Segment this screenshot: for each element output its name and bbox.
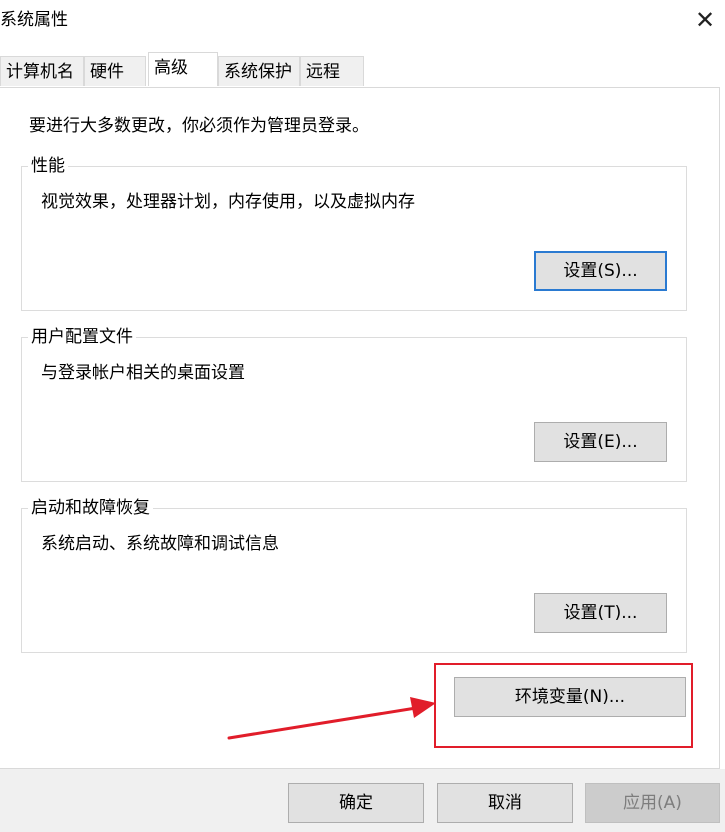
- tab-computer-name[interactable]: 计算机名: [0, 56, 84, 86]
- startup-recovery-description: 系统启动、系统故障和调试信息: [41, 534, 279, 554]
- apply-button[interactable]: 应用(A): [585, 783, 720, 823]
- cancel-button[interactable]: 取消: [437, 783, 573, 823]
- user-profiles-group-title: 用户配置文件: [28, 325, 136, 349]
- startup-recovery-group-title: 启动和故障恢复: [28, 496, 153, 520]
- dialog-footer: 确定 取消 应用(A): [0, 769, 725, 832]
- performance-group: 性能 视觉效果，处理器计划，内存使用，以及虚拟内存 设置(S)...: [21, 154, 687, 311]
- close-icon[interactable]: ✕: [691, 6, 719, 34]
- startup-recovery-group: 启动和故障恢复 系统启动、系统故障和调试信息 设置(T)...: [21, 496, 687, 653]
- user-profiles-group: 用户配置文件 与登录帐户相关的桌面设置 设置(E)...: [21, 325, 687, 482]
- startup-recovery-settings-button[interactable]: 设置(T)...: [534, 593, 667, 633]
- tab-strip: 计算机名 硬件 高级 系统保护 远程: [0, 52, 725, 88]
- highlight-box: [434, 663, 693, 748]
- ok-button[interactable]: 确定: [288, 783, 424, 823]
- user-profiles-settings-button[interactable]: 设置(E)...: [534, 422, 667, 462]
- performance-group-title: 性能: [28, 154, 68, 178]
- window-title: 系统属性: [0, 10, 68, 30]
- tab-advanced[interactable]: 高级: [148, 52, 218, 86]
- tab-hardware[interactable]: 硬件: [84, 56, 146, 86]
- performance-settings-button[interactable]: 设置(S)...: [534, 251, 667, 291]
- system-properties-dialog: 系统属性 ✕ 计算机名 硬件 高级 系统保护 远程 要进行大多数更改，你必须作为…: [0, 0, 725, 832]
- tab-remote[interactable]: 远程: [300, 56, 364, 86]
- tab-system-protection[interactable]: 系统保护: [218, 56, 300, 86]
- user-profiles-description: 与登录帐户相关的桌面设置: [41, 363, 245, 383]
- admin-notice: 要进行大多数更改，你必须作为管理员登录。: [29, 116, 369, 136]
- performance-description: 视觉效果，处理器计划，内存使用，以及虚拟内存: [41, 192, 415, 212]
